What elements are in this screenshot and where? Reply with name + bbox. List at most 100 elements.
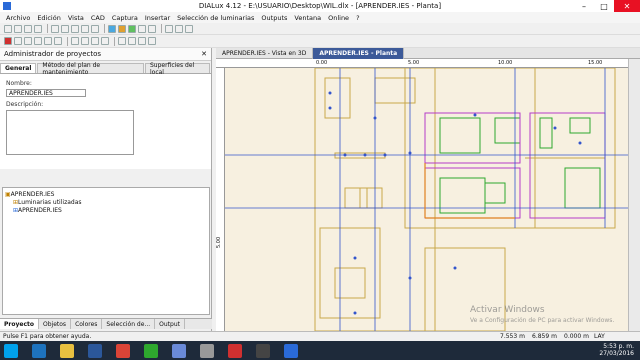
furniture-icon[interactable] [138,24,146,33]
tab-seleccion[interactable]: Selección de... [102,319,156,329]
ruler-tick-15: 15.00 [588,60,603,66]
maximize-button[interactable]: □ [594,0,614,12]
room-icon[interactable] [128,24,136,33]
rotate-icon[interactable] [24,37,32,45]
panel-title: Administrador de proyectos [4,50,102,58]
chrome-icon[interactable] [116,343,130,358]
tab-plan-view[interactable]: APRENDER.IES - Planta [313,47,405,59]
tree-item-project[interactable]: ▣ APRENDER.IES [5,190,207,198]
undo-icon[interactable] [81,24,89,33]
menu-online[interactable]: Online [328,14,349,22]
toolbar-main [0,23,640,35]
minimize-button[interactable]: – [574,0,594,12]
wireframe-icon[interactable] [118,37,126,45]
menu-ventana[interactable]: Ventana [294,14,321,22]
view-3d-icon[interactable] [71,37,79,45]
activation-watermark-text: Ve a Configuración de PC para activar Wi… [470,317,615,324]
view-side-icon[interactable] [91,37,99,45]
description-label: Descripción: [6,101,44,108]
autocad-icon[interactable] [228,343,242,358]
zoom-in-icon[interactable] [34,37,42,45]
tab-colores[interactable]: Colores [71,319,103,329]
luminaire-icon[interactable] [118,24,126,33]
taskbar [0,341,640,360]
menu-vista[interactable]: Vista [68,14,84,22]
copy-icon[interactable] [61,24,69,33]
start-icon[interactable] [4,343,18,358]
tab-3d-view[interactable]: APRENDER.IES - Vista en 3D [216,47,314,59]
move-icon[interactable] [14,37,22,45]
tab-general[interactable]: General [0,63,37,73]
view-plan-icon[interactable] [81,37,89,45]
status-help: Pulse F1 para obtener ayuda. [3,333,92,340]
title-bar: DIALux 4.12 - E:\USUARIO\Desktop\WIL.dlx… [0,0,640,12]
tab-surfaces[interactable]: Superficies del local [144,62,210,76]
ie-icon[interactable] [32,343,46,358]
pan-icon[interactable] [54,37,62,45]
new-icon[interactable] [4,24,12,33]
project-tree: ▣ APRENDER.IES ⊞ Luminarias utilizadas ⊞… [2,187,210,315]
menu-captura[interactable]: Captura [112,14,138,22]
window-icon[interactable] [148,24,156,33]
document-tabs: APRENDER.IES - Vista en 3D APRENDER.IES … [216,47,640,59]
render-icon[interactable] [165,24,173,33]
panel-close-icon[interactable]: ✕ [201,50,207,58]
open-icon[interactable] [14,24,22,33]
name-field[interactable]: APRENDER.IES [6,89,86,97]
view-front-icon[interactable] [101,37,109,45]
status-mode: LAY [594,333,605,340]
zoom-out-icon[interactable] [44,37,52,45]
menu-edicion[interactable]: Edición [37,14,61,22]
media-icon[interactable] [172,343,186,358]
explorer-icon[interactable] [60,343,74,358]
redo-icon[interactable] [91,24,99,33]
tool-icon[interactable] [200,343,214,358]
menu-insertar[interactable]: Insertar [145,14,170,22]
print-icon[interactable] [34,24,42,33]
status-bar: Pulse F1 para obtener ayuda. 7.553 m 6.8… [0,331,640,341]
floor-plan-drawing [225,68,628,331]
name-label: Nombre: [6,80,32,87]
bottom-tabs: Proyecto Objetos Colores Selección de...… [0,318,212,329]
dialux-app-icon [3,2,11,10]
tab-objetos[interactable]: Objetos [39,319,72,329]
menu-seleccion-luminarias[interactable]: Selección de luminarias [177,14,254,22]
ruler-tick-5: 5.00 [408,60,420,66]
output-icon[interactable] [175,24,183,33]
system-clock: 5:53 p. m. 27/03/2016 [599,343,634,357]
toolbar-secondary [0,35,640,48]
select-icon[interactable] [4,37,12,45]
help-icon[interactable] [185,24,193,33]
window-title: DIALux 4.12 - E:\USUARIO\Desktop\WIL.dlx… [198,2,442,10]
tab-proyecto[interactable]: Proyecto [0,319,40,329]
close-button[interactable]: ✕ [614,0,640,12]
textures-icon[interactable] [128,37,136,45]
description-field[interactable] [6,110,134,155]
word-icon[interactable] [88,343,102,358]
dialux-taskbar-icon[interactable] [284,343,298,358]
vertical-scrollbar[interactable] [628,59,640,331]
save-icon[interactable] [24,24,32,33]
tab-maintenance[interactable]: Método del plan de mantenimiento [37,62,144,76]
menu-bar: Archivo Edición Vista CAD Captura Insert… [0,12,640,23]
false-colors-icon[interactable] [148,37,156,45]
ruler-tick-10: 10.00 [498,60,513,66]
status-x: 7.553 m [500,333,525,340]
floor-plan-canvas[interactable] [225,68,628,331]
cut-icon[interactable] [51,24,59,33]
ruler-tick-0: 0.00 [316,60,328,66]
tree-item-room[interactable]: ⊞ APRENDER.IES [5,206,207,214]
menu-archivo[interactable]: Archivo [6,14,30,22]
winrar-icon[interactable] [256,343,270,358]
isolines-icon[interactable] [138,37,146,45]
tree-item-luminaires[interactable]: ⊞ Luminarias utilizadas [5,198,207,206]
horizontal-ruler: 0.00 5.00 10.00 15.00 [216,59,628,68]
paste-icon[interactable] [71,24,79,33]
tab-output[interactable]: Output [155,319,185,329]
menu-cad[interactable]: CAD [91,14,105,22]
menu-outputs[interactable]: Outputs [261,14,287,22]
app-icon[interactable] [144,343,158,358]
project-manager-panel: Administrador de proyectos ✕ General Mét… [0,48,212,331]
menu-help[interactable]: ? [356,14,359,22]
calc-icon[interactable] [108,24,116,33]
